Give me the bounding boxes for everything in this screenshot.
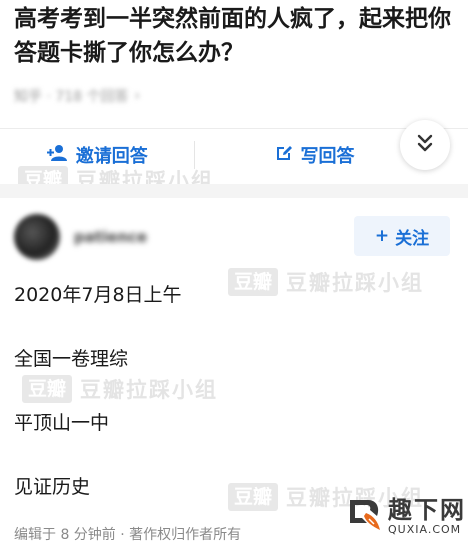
logo-name: 趣下网 — [388, 495, 466, 524]
chevron-right-icon: › — [134, 88, 141, 104]
author-name[interactable]: patience — [74, 228, 147, 246]
avatar[interactable] — [14, 214, 60, 260]
add-user-icon — [46, 144, 68, 167]
logo-text: 趣下网 QUXIA.COM — [388, 498, 466, 535]
logo-domain: QUXIA.COM — [388, 522, 462, 536]
answer-footer-meta: 编辑于 8 分钟前 · 著作权归作者所有 — [14, 527, 242, 543]
write-answer-label: 写回答 — [300, 146, 355, 167]
plus-icon: + — [374, 226, 390, 246]
expand-button[interactable] — [400, 120, 450, 170]
answer-date: 2020年7月8日上午 — [14, 284, 182, 306]
section-separator — [0, 184, 468, 198]
follow-button[interactable]: + 关注 — [354, 216, 450, 256]
answer-page: 高考考到一半突然前面的人疯了，起来把你答题卡撕了你怎么办？ 知乎 · 718 个… — [0, 0, 468, 544]
answer-line: 平顶山一中 — [14, 412, 110, 434]
follow-label: 关注 — [395, 228, 430, 249]
edit-icon — [275, 144, 293, 167]
answer-line: 全国一卷理综 — [14, 348, 129, 370]
watermark: 豆瓣 豆瓣拉踩小组 — [22, 374, 218, 404]
watermark-box: 豆瓣 — [228, 483, 279, 511]
invite-answer-button[interactable]: 邀请回答 — [0, 142, 194, 168]
watermark-text: 豆瓣拉踩小组 — [80, 378, 219, 402]
watermark-text: 豆瓣拉踩小组 — [286, 271, 425, 295]
watermark-box: 豆瓣 — [228, 268, 279, 296]
question-meta[interactable]: 知乎 · 718 个回答 › — [14, 86, 140, 106]
answer-line: 见证历史 — [14, 476, 91, 498]
logo-icon — [344, 494, 384, 538]
answer-author-row: patience + 关注 — [14, 210, 454, 264]
watermark: 豆瓣 豆瓣拉踩小组 — [228, 267, 424, 297]
invite-answer-label: 邀请回答 — [75, 146, 148, 167]
site-logo: 趣下网 QUXIA.COM — [344, 494, 466, 538]
question-title[interactable]: 高考考到一半突然前面的人疯了，起来把你答题卡撕了你怎么办？ — [14, 2, 454, 70]
question-meta-text: 知乎 · 718 个回答 — [14, 89, 129, 105]
watermark-box: 豆瓣 — [22, 375, 73, 403]
answer-action-bar: 邀请回答 写回答 — [0, 128, 468, 181]
double-chevron-down-icon — [416, 133, 434, 157]
